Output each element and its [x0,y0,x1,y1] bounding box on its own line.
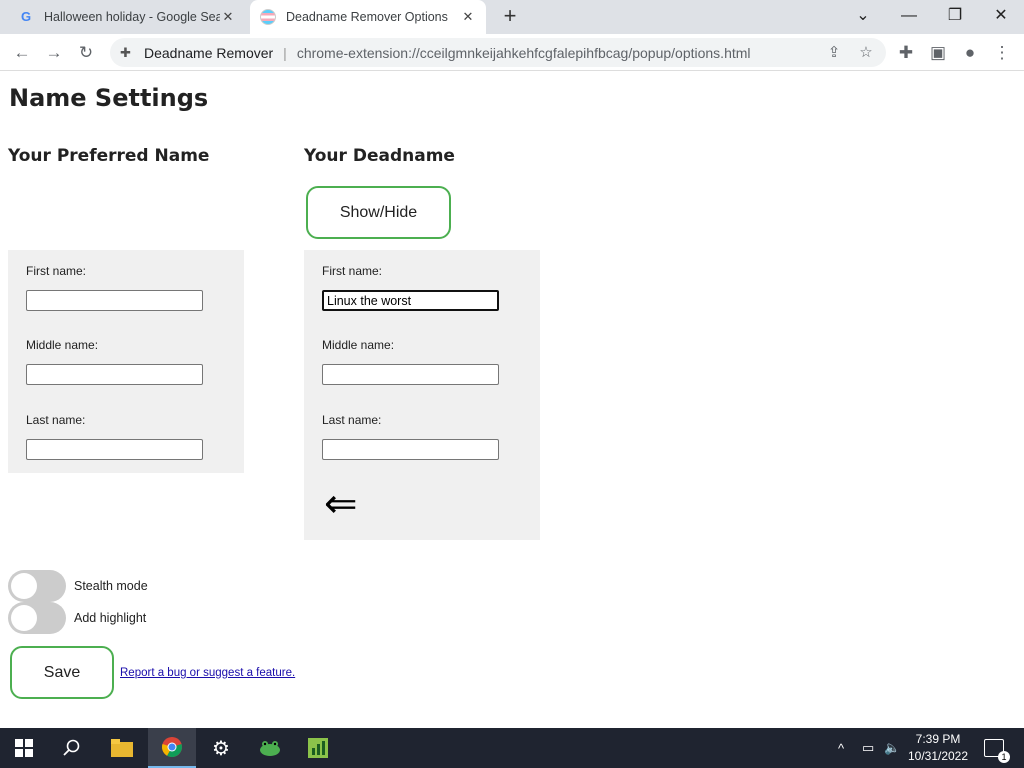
tab-title: Halloween holiday - Google Search [44,10,220,24]
share-icon[interactable]: ⇪ [822,38,846,67]
site-name: Deadname Remover [144,44,274,61]
tab-title: Deadname Remover Options [286,10,448,24]
notification-count: 1 [998,751,1010,763]
deadname-heading: Your Deadname [304,146,455,166]
last-name-label: Last name: [322,413,382,427]
middle-name-label: Middle name: [26,338,99,352]
deadname-first-name-input[interactable] [322,290,499,311]
first-name-label: First name: [26,264,87,278]
tray-chevron-icon[interactable]: ^ [838,728,844,768]
clock-date: 10/31/2022 [907,749,969,763]
clock-time: 7:39 PM [915,732,961,746]
first-name-label: First name: [322,264,383,278]
notification-center-icon[interactable]: 1 [984,728,1010,768]
preferred-last-name-input[interactable] [26,439,203,460]
chart-app-icon[interactable] [294,728,342,768]
minimize-button[interactable]: — [886,4,932,28]
extensions-icon[interactable]: ✚ [894,41,918,65]
deadname-last-name-input[interactable] [322,439,499,460]
preferred-name-panel: First name: Middle name: Last name: [8,250,244,473]
preferred-name-heading: Your Preferred Name [8,146,210,166]
preferred-middle-name-input[interactable] [26,364,203,385]
preferred-first-name-input[interactable] [26,290,203,311]
report-bug-link[interactable]: Report a bug or suggest a feature. [120,667,295,679]
add-highlight-row: Add highlight [8,602,146,634]
back-button[interactable]: ← [10,41,34,65]
start-icon[interactable] [0,728,48,768]
close-icon[interactable]: ✕ [460,9,476,25]
options-page: Name Settings Your Preferred Name Your D… [0,72,1024,728]
toggle-knob [11,573,37,599]
tab-google-search[interactable]: G Halloween holiday - Google Search ✕ [8,0,246,34]
settings-icon[interactable]: ⚙ [197,728,245,768]
restore-button[interactable]: ❐ [932,4,978,28]
file-explorer-icon[interactable] [98,728,146,768]
close-icon[interactable]: ✕ [220,9,236,25]
stealth-mode-label: Stealth mode [74,579,148,593]
stealth-mode-toggle[interactable] [8,570,66,602]
trans-flag-icon [260,9,276,25]
toggle-knob [11,605,37,631]
side-panel-icon[interactable]: ▣ [926,41,950,65]
last-name-label: Last name: [26,413,86,427]
browser-toolbar: ← → ↻ ✚ Deadname Remover | chrome-extens… [0,34,1024,71]
save-button[interactable]: Save [10,646,114,699]
show-hide-button[interactable]: Show/Hide [306,186,451,239]
menu-kebab-icon[interactable]: ⋮ [990,41,1014,65]
tab-search-chevron-icon[interactable]: ⌄ [840,4,886,28]
google-icon: G [20,9,32,24]
deadname-panel: First name: Middle name: Last name: ⇐ [304,250,540,540]
new-tab-button[interactable]: + [498,5,522,29]
extension-puzzle-icon: ✚ [120,44,131,60]
middle-name-label: Middle name: [322,338,395,352]
system-clock[interactable]: 7:39 PM 10/31/2022 [900,731,976,765]
reload-button[interactable]: ↻ [74,41,98,65]
stealth-mode-row: Stealth mode [8,570,148,602]
forward-button[interactable]: → [42,41,66,65]
address-bar[interactable]: ✚ Deadname Remover | chrome-extension://… [110,38,886,67]
network-icon[interactable]: ▭ [862,728,874,768]
tab-deadname-remover-options[interactable]: Deadname Remover Options ✕ [250,0,486,34]
left-arrow-icon[interactable]: ⇐ [324,484,358,524]
volume-icon[interactable]: 🔈 [884,728,900,768]
deadname-middle-name-input[interactable] [322,364,499,385]
tab-strip: G Halloween holiday - Google Search ✕ De… [0,0,1024,34]
bookmark-star-icon[interactable]: ☆ [854,38,878,67]
page-title: Name Settings [9,84,209,112]
url-text: chrome-extension://cceilgmnkeijahkehfcgf… [296,44,751,61]
add-highlight-label: Add highlight [74,611,147,625]
chrome-icon[interactable] [148,728,196,768]
add-highlight-toggle[interactable] [8,602,66,634]
search-icon[interactable] [48,728,96,768]
close-window-button[interactable]: ✕ [978,4,1024,28]
profile-avatar-icon[interactable]: ● [958,41,982,65]
windows-taskbar: ⚙ ^ ▭ 🔈 7:39 PM 10/31/2022 1 [0,728,1024,768]
divider: | [283,44,287,61]
frog-app-icon[interactable] [246,728,294,768]
